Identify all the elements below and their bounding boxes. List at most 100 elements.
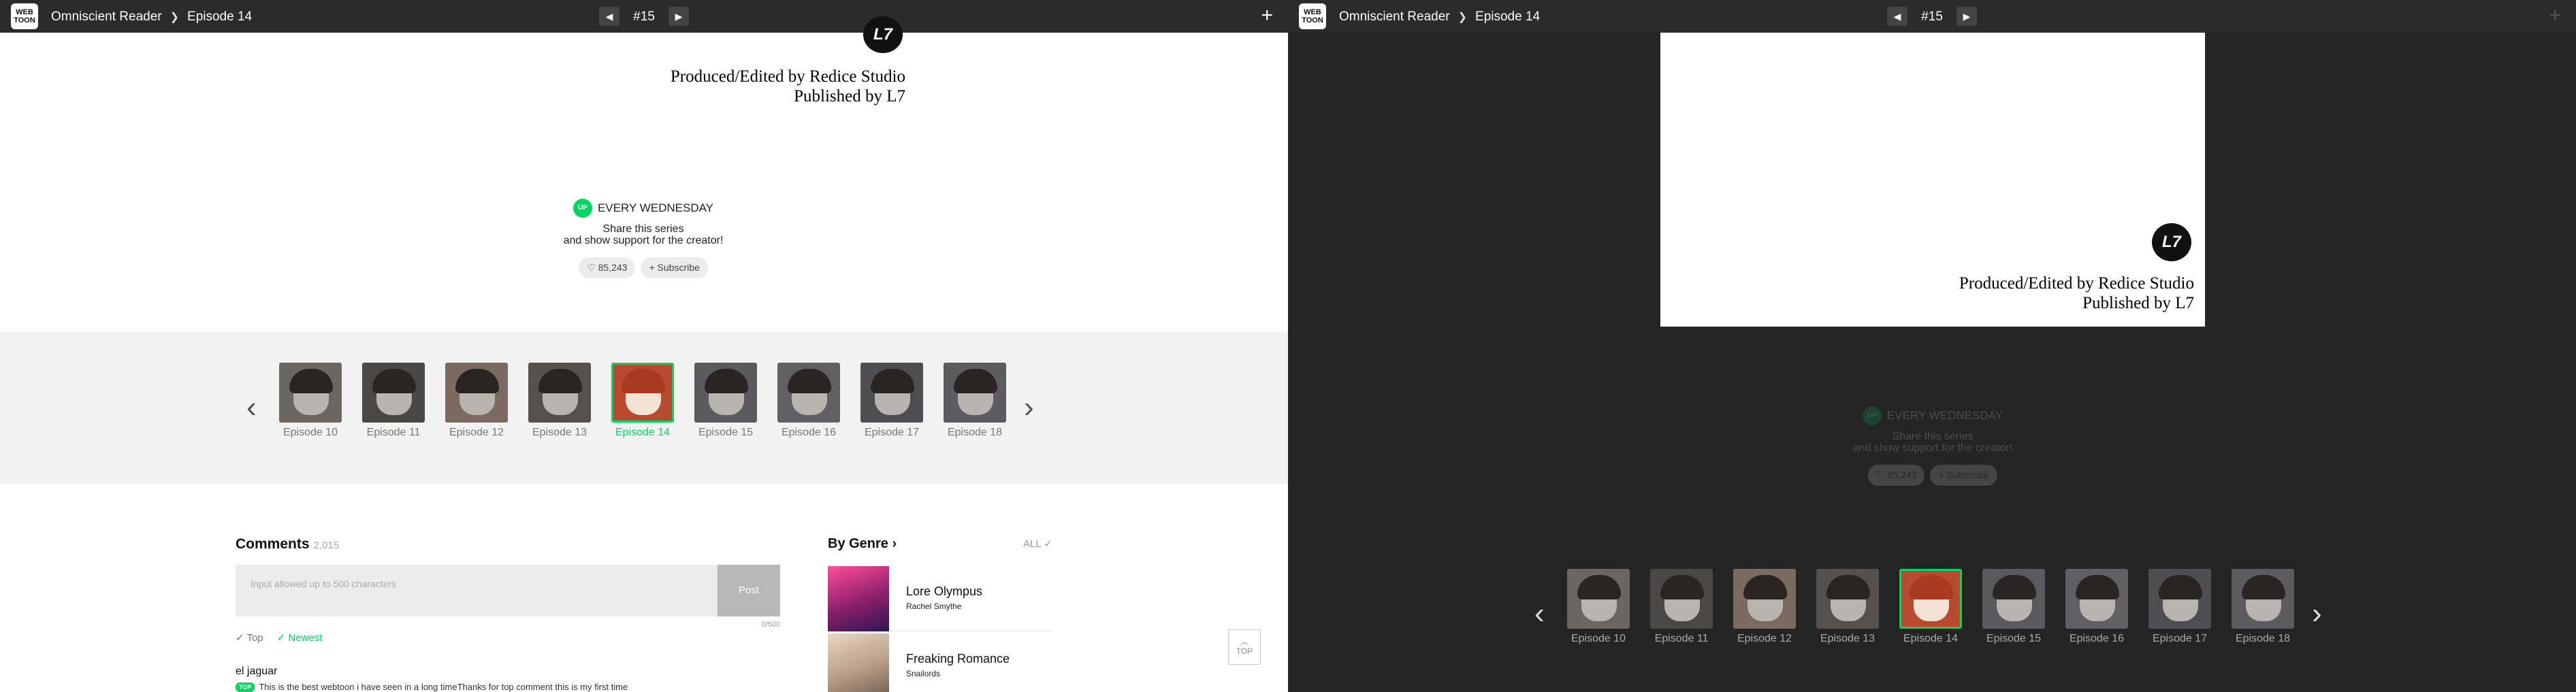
episode-thumb[interactable]: Episode 17 bbox=[860, 363, 923, 439]
episode-number: #15 bbox=[633, 10, 655, 24]
strip-next-chevron-icon[interactable]: › bbox=[1024, 393, 1034, 423]
character-hair bbox=[871, 369, 914, 393]
episode-thumb[interactable]: Episode 18 bbox=[944, 363, 1006, 439]
top-bar: WEB TOON Omniscient Reader ❯ Episode 14 … bbox=[1288, 0, 2576, 33]
episode-thumb[interactable]: Episode 16 bbox=[2065, 569, 2128, 645]
triangle-right-icon: ▶ bbox=[675, 11, 683, 22]
triangle-left-icon: ◀ bbox=[605, 11, 613, 22]
episode-thumbnail-image bbox=[1899, 569, 1962, 629]
episode-thumb[interactable]: Episode 16 bbox=[777, 363, 840, 439]
character-hair bbox=[455, 369, 499, 393]
next-episode-button[interactable]: ▶ bbox=[669, 7, 689, 26]
episode-thumbnail-image bbox=[777, 363, 840, 423]
plus-icon[interactable]: + bbox=[1261, 5, 1273, 26]
episode-thumb[interactable]: Episode 12 bbox=[445, 363, 508, 439]
episode-thumb-label: Episode 18 bbox=[947, 427, 1003, 438]
genre-item[interactable]: Lore Olympus Rachel Smythe bbox=[828, 566, 1052, 631]
webtoon-logo[interactable]: WEB TOON bbox=[1299, 3, 1326, 29]
comment-input[interactable]: Input allowed up to 500 characters Post bbox=[236, 565, 780, 616]
episode-thumb[interactable]: Episode 10 bbox=[1567, 569, 1630, 645]
episode-thumb-label: Episode 10 bbox=[1571, 633, 1626, 644]
character-hair bbox=[1743, 575, 1787, 599]
top-bar: WEB TOON Omniscient Reader ❯ Episode 14 … bbox=[0, 0, 1288, 33]
episode-thumb-label: Episode 16 bbox=[2069, 633, 2125, 644]
episode-thumb[interactable]: Episode 17 bbox=[2148, 569, 2211, 645]
character-hair bbox=[2159, 575, 2202, 599]
episode-thumb-label: Episode 14 bbox=[1903, 633, 1959, 644]
genre-item-title: Freaking Romance bbox=[906, 652, 1010, 665]
comment-username[interactable]: el jaguar bbox=[236, 665, 277, 678]
plus-icon[interactable]: + bbox=[2549, 5, 2561, 26]
episode-thumb-label: Episode 14 bbox=[615, 427, 671, 438]
post-button[interactable]: Post bbox=[718, 565, 780, 616]
credits-published: Published by L7 bbox=[2082, 294, 2194, 312]
episode-thumb[interactable]: Episode 14 bbox=[611, 363, 674, 439]
strip-prev-chevron-icon[interactable]: ‹ bbox=[246, 393, 257, 423]
episode-thumb[interactable]: Episode 15 bbox=[694, 363, 757, 439]
episode-navigator: ◀ #15 ▶ bbox=[599, 7, 689, 26]
previous-episode-button[interactable]: ◀ bbox=[599, 7, 619, 26]
character-hair bbox=[372, 369, 416, 393]
character-hair bbox=[1660, 575, 1704, 599]
strip-prev-chevron-icon[interactable]: ‹ bbox=[1534, 599, 1545, 629]
sort-newest[interactable]: ✓ Newest bbox=[277, 631, 323, 644]
episode-thumbnail-image bbox=[860, 363, 923, 423]
plus-icon: + bbox=[1938, 469, 1947, 480]
like-button[interactable]: ♡ 85,243 bbox=[579, 257, 636, 278]
next-episode-button[interactable]: ▶ bbox=[1957, 7, 1977, 26]
l7-logo: L7 bbox=[2152, 223, 2191, 261]
character-hair bbox=[1993, 575, 2036, 599]
character-hair bbox=[788, 369, 831, 393]
character-hair bbox=[954, 369, 997, 393]
episode-thumb[interactable]: Episode 18 bbox=[2232, 569, 2294, 645]
breadcrumb-series[interactable]: Omniscient Reader bbox=[1339, 10, 1450, 24]
genre-item[interactable]: Freaking Romance Snailords bbox=[828, 633, 1052, 692]
episode-thumb-label: Episode 11 bbox=[366, 427, 421, 438]
right-reader-pane: WEB TOON Omniscient Reader ❯ Episode 14 … bbox=[1288, 0, 2576, 692]
scroll-top-button[interactable]: ︿ TOP bbox=[1228, 629, 1261, 665]
episode-thumbnail-image bbox=[528, 363, 591, 423]
subscribe-button[interactable]: + Subscribe bbox=[1930, 465, 1997, 486]
sort-top[interactable]: ✓ Top bbox=[236, 631, 263, 644]
character-hair bbox=[289, 369, 333, 393]
credits: Produced/Edited by Redice Studio Publish… bbox=[1786, 274, 2194, 313]
like-button[interactable]: ♡ 85,243 bbox=[1868, 465, 1925, 486]
plus-icon: + bbox=[649, 262, 658, 273]
episode-thumb[interactable]: Episode 13 bbox=[528, 363, 591, 439]
genre-header[interactable]: By Genre › bbox=[828, 536, 1052, 552]
episode-number: #15 bbox=[1921, 10, 1943, 24]
episode-thumb[interactable]: Episode 12 bbox=[1733, 569, 1796, 645]
comments-header: Comments 2,015 bbox=[236, 536, 780, 553]
episode-thumbnail-image bbox=[2148, 569, 2211, 629]
credits: Produced/Edited by Redice Studio Publish… bbox=[497, 67, 905, 106]
genre-thumbnail bbox=[828, 566, 889, 631]
share-line-2: and show support for the creator! bbox=[563, 235, 724, 246]
schedule-text: EVERY WEDNESDAY bbox=[1886, 409, 2003, 422]
episode-thumb[interactable]: Episode 15 bbox=[1982, 569, 2045, 645]
episode-navigator: ◀ #15 ▶ bbox=[1887, 7, 1977, 26]
breadcrumb-series[interactable]: Omniscient Reader bbox=[51, 10, 162, 24]
up-badge: UP bbox=[1862, 406, 1882, 425]
genre-all-filter[interactable]: ALL ✓ bbox=[1023, 538, 1052, 550]
credits-produced: Produced/Edited by Redice Studio bbox=[1959, 274, 2194, 293]
episode-thumb[interactable]: Episode 11 bbox=[1650, 569, 1713, 645]
previous-episode-button[interactable]: ◀ bbox=[1887, 7, 1907, 26]
top-badge: TOP bbox=[236, 682, 255, 692]
share-line-1: Share this series bbox=[602, 223, 684, 235]
strip-next-chevron-icon[interactable]: › bbox=[2312, 599, 2322, 629]
subscribe-button[interactable]: + Subscribe bbox=[641, 257, 708, 278]
comment-body: TOP This is the best webtoon i have seen… bbox=[236, 682, 628, 692]
schedule-block: UP EVERY WEDNESDAY Share this series and… bbox=[1797, 406, 2069, 486]
character-hair bbox=[538, 369, 582, 393]
episode-thumbnail-image bbox=[445, 363, 508, 423]
character-hair bbox=[1826, 575, 1870, 599]
breadcrumb: Omniscient Reader ❯ Episode 14 bbox=[1339, 10, 1540, 24]
episode-thumb[interactable]: Episode 11 bbox=[362, 363, 425, 439]
episode-thumbnail-image bbox=[1733, 569, 1796, 629]
by-genre-section: By Genre › ALL ✓ Lore Olympus Rachel Smy… bbox=[828, 536, 1052, 692]
webtoon-logo[interactable]: WEB TOON bbox=[11, 3, 38, 29]
episode-thumb[interactable]: Episode 14 bbox=[1899, 569, 1962, 645]
triangle-right-icon: ▶ bbox=[1963, 11, 1971, 22]
episode-thumb[interactable]: Episode 10 bbox=[279, 363, 342, 439]
episode-thumb[interactable]: Episode 13 bbox=[1816, 569, 1879, 645]
